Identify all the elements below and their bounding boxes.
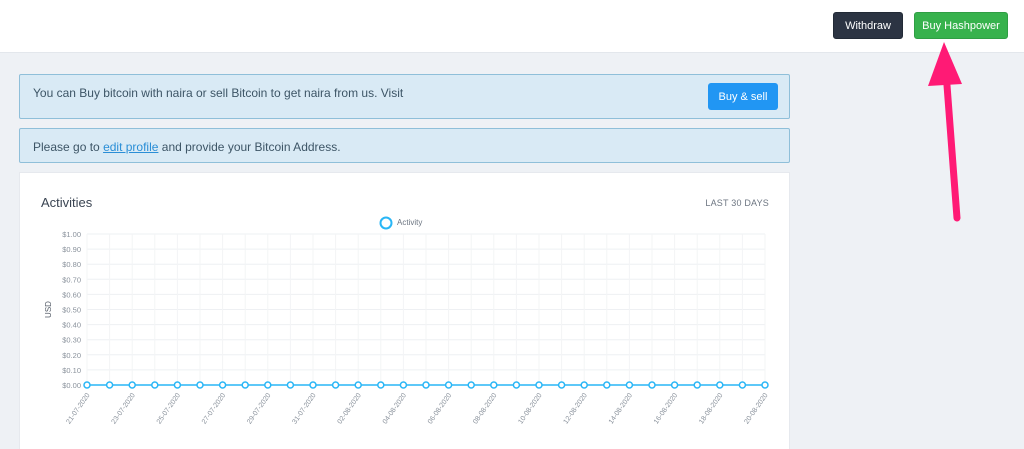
x-tick-label: 06-08-2020 xyxy=(427,392,453,425)
data-point xyxy=(218,381,227,389)
x-tick-label: 04-08-2020 xyxy=(382,392,408,425)
profile-alert: Please go to edit profile and provide yo… xyxy=(19,128,790,163)
annotation-arrow-shaft xyxy=(942,68,961,222)
data-point xyxy=(444,381,453,389)
data-point xyxy=(693,381,701,389)
data-point xyxy=(670,381,679,389)
buy-bitcoin-alert: You can Buy bitcoin with naira or sell B… xyxy=(19,74,790,119)
y-tick-label: $0.90 xyxy=(62,245,81,254)
y-tick-label: $0.40 xyxy=(62,321,81,330)
buy-sell-button[interactable]: Buy & sell xyxy=(708,83,778,110)
legend-label: Activity xyxy=(397,218,422,227)
y-tick-label: $0.80 xyxy=(62,260,81,269)
y-tick-label: $0.60 xyxy=(62,290,81,299)
data-point xyxy=(128,381,136,389)
x-tick-label: 12-08-2020 xyxy=(563,392,589,425)
data-point xyxy=(309,381,317,389)
data-point xyxy=(512,381,521,389)
data-point xyxy=(354,381,362,389)
legend-marker xyxy=(379,216,393,230)
data-point xyxy=(761,381,769,389)
top-bar: Withdraw Buy Hashpower xyxy=(0,0,1024,53)
data-point xyxy=(399,381,408,389)
data-point xyxy=(738,381,747,389)
buy-hashpower-button[interactable]: Buy Hashpower xyxy=(914,12,1008,39)
x-tick-label: 20-08-2020 xyxy=(743,392,769,425)
data-point xyxy=(105,381,114,389)
data-point xyxy=(603,381,611,389)
x-tick-label: 31-07-2020 xyxy=(291,392,317,425)
withdraw-button[interactable]: Withdraw xyxy=(833,12,903,39)
y-tick-label: $0.20 xyxy=(62,351,81,360)
data-point xyxy=(557,381,566,389)
x-tick-label: 18-08-2020 xyxy=(698,392,724,425)
x-tick-label: 10-08-2020 xyxy=(517,392,543,425)
data-point xyxy=(151,381,159,389)
x-tick-label: 02-08-2020 xyxy=(337,392,363,425)
y-tick-label: $0.50 xyxy=(62,306,81,315)
data-point xyxy=(716,381,724,389)
data-point xyxy=(331,381,340,389)
y-tick-label: $0.70 xyxy=(62,275,81,284)
x-tick-label: 14-08-2020 xyxy=(608,392,634,425)
data-point xyxy=(377,381,385,389)
activity-chart: $1.00 $0.90 $0.80 $0.70 $0.60 $0.50 $0.40 $0.30… xyxy=(44,216,770,425)
data-point xyxy=(535,381,543,389)
y-tick-label: $0.00 xyxy=(62,381,81,390)
edit-profile-link[interactable]: edit profile xyxy=(103,140,158,154)
y-tick-label: $0.30 xyxy=(62,336,81,345)
data-point xyxy=(264,381,272,389)
data-point xyxy=(196,381,204,389)
data-point xyxy=(648,381,656,389)
x-tick-label: 29-07-2020 xyxy=(246,392,272,425)
profile-alert-text: Please go to edit profile and provide yo… xyxy=(33,140,341,154)
x-tick-label: 27-07-2020 xyxy=(201,392,227,425)
y-axis-label: USD xyxy=(44,301,53,318)
y-tick-label: $1.00 xyxy=(62,230,81,239)
x-tick-label: 25-07-2020 xyxy=(156,392,182,425)
data-point xyxy=(580,381,588,389)
activities-card: Activities LAST 30 DAYS $1.00 $0.90 $0.80 $… xyxy=(19,172,790,449)
data-point xyxy=(286,381,295,389)
data-point xyxy=(467,381,475,389)
profile-alert-suffix: and provide your Bitcoin Address. xyxy=(158,140,341,154)
data-point xyxy=(173,381,182,389)
data-point xyxy=(625,381,634,389)
data-point xyxy=(490,381,498,389)
y-tick-label: $0.10 xyxy=(62,366,81,375)
data-point xyxy=(422,381,430,389)
data-point xyxy=(241,381,249,389)
buy-bitcoin-text: You can Buy bitcoin with naira or sell B… xyxy=(33,86,404,100)
x-tick-label: 23-07-2020 xyxy=(111,392,137,425)
x-tick-label: 21-07-2020 xyxy=(65,392,91,425)
data-point xyxy=(83,381,91,389)
x-tick-label: 16-08-2020 xyxy=(653,392,679,425)
profile-alert-prefix: Please go to xyxy=(33,140,104,154)
x-tick-label: 08-08-2020 xyxy=(472,392,498,425)
